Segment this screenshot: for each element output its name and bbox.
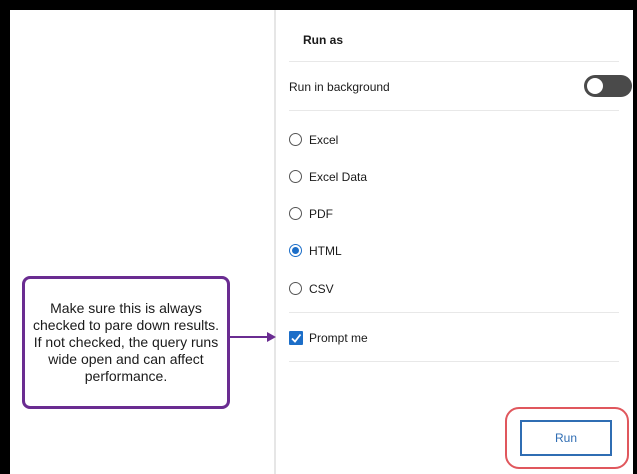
run-in-background-toggle[interactable] (584, 75, 632, 97)
radio-excel-data[interactable] (289, 170, 302, 183)
prompt-me-checkbox[interactable] (289, 331, 303, 345)
radio-excel[interactable] (289, 133, 302, 146)
callout-text: Make sure this is always checked to pare… (33, 300, 219, 384)
radio-label-excel-data: Excel Data (309, 170, 368, 184)
checkmark-icon (291, 333, 302, 343)
radio-label-pdf: PDF (309, 207, 333, 221)
run-as-title: Run as (303, 33, 344, 47)
window-frame-left (0, 0, 10, 474)
run-button[interactable]: Run (520, 420, 612, 456)
arrow-right-icon (230, 332, 276, 342)
divider (289, 61, 619, 62)
radio-csv[interactable] (289, 282, 302, 295)
divider (289, 110, 619, 111)
prompt-me-label: Prompt me (309, 331, 368, 345)
divider (289, 312, 619, 313)
radio-label-excel: Excel (309, 133, 339, 147)
radio-label-html: HTML (309, 244, 342, 258)
radio-label-csv: CSV (309, 282, 334, 296)
radio-html[interactable] (289, 244, 302, 257)
annotation-callout: Make sure this is always checked to pare… (22, 276, 230, 409)
radio-pdf[interactable] (289, 207, 302, 220)
panel-divider (274, 10, 276, 474)
run-in-background-label: Run in background (289, 80, 390, 94)
toggle-knob (587, 78, 603, 94)
divider (289, 361, 619, 362)
window-frame-top (0, 0, 637, 10)
window-frame-right (633, 0, 637, 474)
